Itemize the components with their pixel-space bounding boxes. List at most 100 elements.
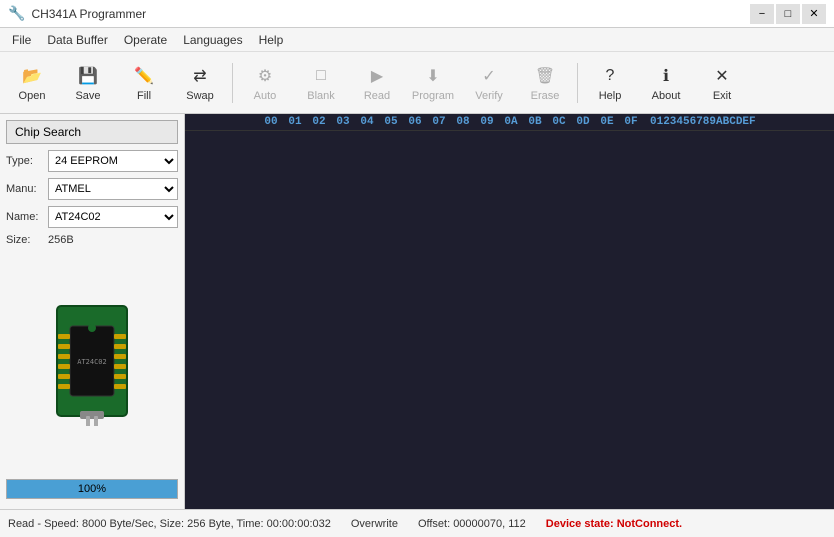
type-label: Type: <box>6 155 44 167</box>
toolbar: 📂 Open 💾 Save ✏️Fill ⇄ Swap ⚙ Auto □ Blank ▶ Read ⬇ Pr… <box>0 52 834 114</box>
blank-icon: □ <box>309 64 333 88</box>
save-button[interactable]: 💾 Save <box>62 57 114 109</box>
chip-search-button[interactable]: Chip Search <box>6 120 178 144</box>
open-icon: 📂 <box>20 64 44 88</box>
verify-label: Verify <box>475 90 503 102</box>
header-col-08: 08 <box>452 116 474 128</box>
fill-icon: ✏️ <box>132 64 156 88</box>
header-col-07: 07 <box>428 116 450 128</box>
header-ascii: 0123456789ABCDEF <box>650 116 756 128</box>
header-cells: 000102030405060708090A0B0C0D0E0F <box>260 116 642 128</box>
help-icon: ? <box>598 64 622 88</box>
type-select[interactable]: 24 EEPROM <box>48 150 178 172</box>
manu-select[interactable]: ATMEL <box>48 178 178 200</box>
header-col-0A: 0A <box>500 116 522 128</box>
header-addr <box>185 116 260 128</box>
program-label: Program <box>412 90 454 102</box>
header-col-02: 02 <box>308 116 330 128</box>
open-label: Open <box>19 90 46 102</box>
about-button[interactable]: ℹ About <box>640 57 692 109</box>
size-row: Size: 256B <box>6 234 178 246</box>
menu-bar: FileData BufferOperateLanguagesHelp <box>0 28 834 52</box>
read-info: Read - Speed: 8000 Byte/Sec, Size: 256 B… <box>8 518 331 530</box>
manu-row: Manu: ATMEL <box>6 178 178 200</box>
app-title: CH341A Programmer <box>31 7 146 21</box>
blank-button: □ Blank <box>295 57 347 109</box>
header-col-04: 04 <box>356 116 378 128</box>
auto-button: ⚙ Auto <box>239 57 291 109</box>
name-row: Name: AT24C02 <box>6 206 178 228</box>
save-icon: 💾 <box>76 64 100 88</box>
hex-header: 000102030405060708090A0B0C0D0E0F 0123456… <box>185 114 834 131</box>
status-bar: Read - Speed: 8000 Byte/Sec, Size: 256 B… <box>0 509 834 537</box>
toolbar-separator-1 <box>232 63 233 103</box>
chip-image: AT24C02 <box>6 252 178 469</box>
header-col-0C: 0C <box>548 116 570 128</box>
header-col-0D: 0D <box>572 116 594 128</box>
progress-text: 100% <box>7 480 177 498</box>
name-select[interactable]: AT24C02 <box>48 206 178 228</box>
swap-label: Swap <box>186 90 214 102</box>
verify-button: ✓ Verify <box>463 57 515 109</box>
exit-button[interactable]: ✕ Exit <box>696 57 748 109</box>
about-icon: ℹ <box>654 64 678 88</box>
title-bar-controls: − □ ✕ <box>750 4 826 24</box>
size-label: Size: <box>6 234 44 246</box>
menu-item-languages[interactable]: Languages <box>175 31 250 49</box>
header-col-09: 09 <box>476 116 498 128</box>
header-col-03: 03 <box>332 116 354 128</box>
header-col-06: 06 <box>404 116 426 128</box>
header-col-05: 05 <box>380 116 402 128</box>
swap-button[interactable]: ⇄ Swap <box>174 57 226 109</box>
verify-icon: ✓ <box>477 64 501 88</box>
auto-label: Auto <box>254 90 277 102</box>
exit-icon: ✕ <box>710 64 734 88</box>
title-bar-left: 🔧 CH341A Programmer <box>8 5 146 22</box>
program-button: ⬇ Program <box>407 57 459 109</box>
progress-container: 100% <box>6 479 178 499</box>
minimize-button[interactable]: − <box>750 4 774 24</box>
header-col-01: 01 <box>284 116 306 128</box>
header-col-00: 00 <box>260 116 282 128</box>
read-icon: ▶ <box>365 64 389 88</box>
maximize-button[interactable]: □ <box>776 4 800 24</box>
header-col-0E: 0E <box>596 116 618 128</box>
read-label: Read <box>364 90 390 102</box>
name-label: Name: <box>6 211 44 223</box>
close-button[interactable]: ✕ <box>802 4 826 24</box>
header-col-0F: 0F <box>620 116 642 128</box>
exit-label: Exit <box>713 90 731 102</box>
hex-editor: 000102030405060708090A0B0C0D0E0F 0123456… <box>185 114 834 509</box>
overwrite-status: Overwrite <box>351 518 398 530</box>
header-col-0B: 0B <box>524 116 546 128</box>
help-label: Help <box>599 90 622 102</box>
about-label: About <box>652 90 681 102</box>
hex-body[interactable] <box>185 131 834 509</box>
help-button[interactable]: ? Help <box>584 57 636 109</box>
app-icon: 🔧 <box>8 5 25 22</box>
blank-label: Blank <box>307 90 335 102</box>
device-state: Device state: NotConnect. <box>546 518 682 530</box>
title-bar: 🔧 CH341A Programmer − □ ✕ <box>0 0 834 28</box>
erase-icon: 🗑 <box>533 64 557 88</box>
offset-info: Offset: 00000070, 112 <box>418 518 526 530</box>
menu-item-file[interactable]: File <box>4 31 39 49</box>
swap-icon: ⇄ <box>188 64 212 88</box>
read-button: ▶ Read <box>351 57 403 109</box>
save-label: Save <box>75 90 100 102</box>
main-content: Chip Search Type: 24 EEPROM Manu: ATMEL … <box>0 114 834 509</box>
menu-item-operate[interactable]: Operate <box>116 31 175 49</box>
fill-button[interactable]: ✏️Fill <box>118 57 170 109</box>
size-value: 256B <box>48 234 178 246</box>
auto-icon: ⚙ <box>253 64 277 88</box>
open-button[interactable]: 📂 Open <box>6 57 58 109</box>
erase-button: 🗑 Erase <box>519 57 571 109</box>
menu-item-data-buffer[interactable]: Data Buffer <box>39 31 115 49</box>
erase-label: Erase <box>531 90 560 102</box>
program-icon: ⬇ <box>421 64 445 88</box>
left-panel: Chip Search Type: 24 EEPROM Manu: ATMEL … <box>0 114 185 509</box>
manu-label: Manu: <box>6 183 44 195</box>
svg-text:AT24C02: AT24C02 <box>77 358 107 366</box>
type-row: Type: 24 EEPROM <box>6 150 178 172</box>
menu-item-help[interactable]: Help <box>251 31 292 49</box>
